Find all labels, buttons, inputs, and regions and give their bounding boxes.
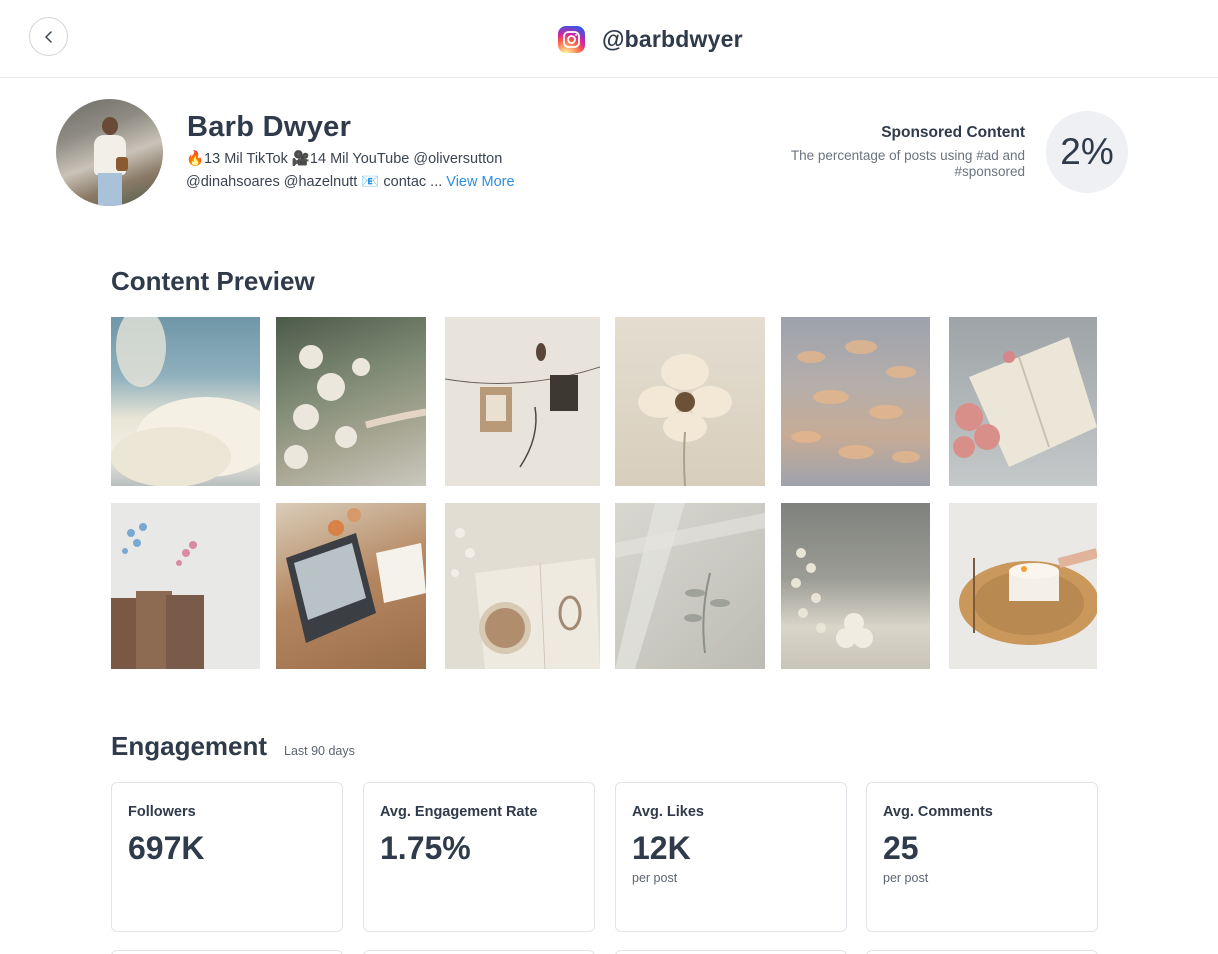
card-value: 697K [128,830,205,866]
card-value: 25 [883,830,919,866]
followers-card: Followers 697K [111,782,343,932]
content-thumb-6[interactable] [949,317,1097,486]
profile-handle-header: @barbdwyer [558,24,743,54]
profile-bio: 🔥13 Mil TikTok 🎥14 Mil YouTube @oliversu… [186,148,546,194]
sponsored-content-title: Sponsored Content [881,124,1025,141]
avg-likes-card: Avg. Likes 12K per post [615,782,847,932]
content-thumb-11[interactable] [781,503,930,669]
view-more-link[interactable]: View More [446,174,514,190]
content-thumb-12[interactable] [949,503,1097,669]
profile-handle: @barbdwyer [602,25,743,52]
avatar [56,99,163,206]
card-label: Avg. Likes [632,804,704,820]
engagement-title: Engagement [111,731,268,761]
bio-line-2: @dinahsoares @hazelnutt 📧 contac ... Vie… [186,171,546,194]
engagement-period: Last 90 days [284,744,355,758]
card-label: Followers [128,804,196,820]
bio-line-2-text: @dinahsoares @hazelnutt 📧 contac ... [186,174,443,190]
card-value: 1.75% [380,830,471,866]
next-card-row [111,950,343,954]
content-thumb-7[interactable] [111,503,260,669]
next-card-row [866,950,1098,954]
content-thumb-5[interactable] [781,317,930,486]
content-thumb-4[interactable] [615,317,765,486]
instagram-icon [558,25,585,53]
chevron-left-icon [44,30,52,43]
content-thumb-8[interactable] [276,503,426,669]
profile-name: Barb Dwyer [187,111,352,143]
next-card-row [363,950,595,954]
back-button[interactable] [29,17,68,56]
card-label: Avg. Comments [883,804,993,820]
card-unit: per post [632,871,678,885]
sponsored-content-description: The percentage of posts using #ad and #s… [790,148,1025,179]
content-thumb-2[interactable] [276,317,426,486]
next-card-row [615,950,847,954]
content-thumb-9[interactable] [445,503,600,669]
content-thumb-3[interactable] [445,317,600,486]
content-thumb-10[interactable] [615,503,765,669]
sponsored-percentage: 2% [1046,111,1128,193]
card-label: Avg. Engagement Rate [380,804,538,820]
top-bar: @barbdwyer [0,0,1218,78]
engagement-rate-card: Avg. Engagement Rate 1.75% [363,782,595,932]
content-thumb-1[interactable] [111,317,260,486]
avg-comments-card: Avg. Comments 25 per post [866,782,1098,932]
card-unit: per post [883,871,929,885]
content-preview-title: Content Preview [111,266,315,296]
bio-line-1: 🔥13 Mil TikTok 🎥14 Mil YouTube @oliversu… [186,151,503,167]
card-value: 12K [632,830,691,866]
